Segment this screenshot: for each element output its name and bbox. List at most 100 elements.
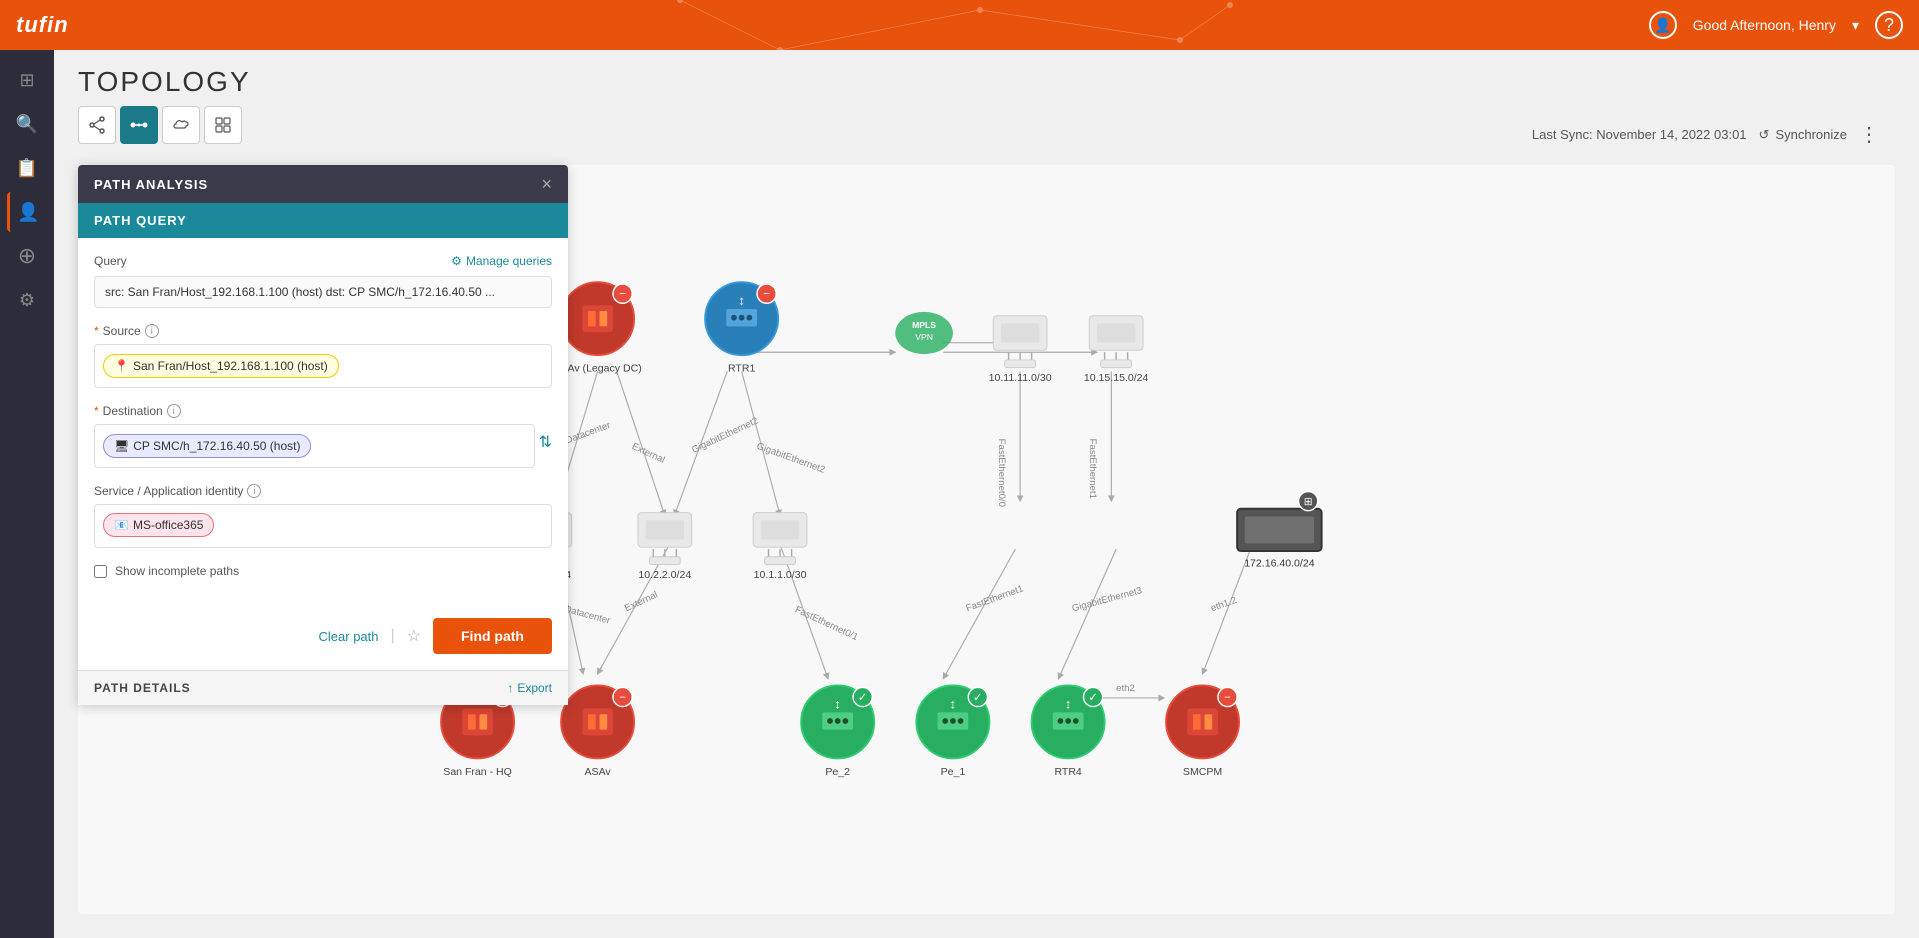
footer-separator: | [391,627,395,645]
cloud-view-button[interactable] [162,106,200,144]
svg-text:−: − [619,692,626,704]
clear-path-button[interactable]: Clear path [319,629,379,644]
more-options-button[interactable]: ⋮ [1859,122,1879,147]
svg-text:FastEthernet1: FastEthernet1 [1087,439,1098,499]
source-tag: 📍 San Fran/Host_192.168.1.100 (host) [103,354,339,378]
sidebar-item-users[interactable]: 👤 [7,192,47,232]
node-net-101111: 10.11.11.0/30 [989,316,1052,384]
manage-queries-text[interactable]: Manage queries [466,254,552,268]
last-sync-text: Last Sync: November 14, 2022 03:01 [1532,127,1747,142]
sidebar-item-integrations[interactable]: ⊕ [7,236,47,276]
source-tag-text: San Fran/Host_192.168.1.100 (host) [133,359,328,373]
sidebar-item-settings[interactable]: ⚙ [7,280,47,320]
dest-required-star: * [94,404,99,418]
svg-text:MPLS: MPLS [912,320,936,330]
left-sidebar: ⊞ 🔍 📋 👤 ⊕ ⚙ [0,50,54,938]
sidebar-item-reports[interactable]: 📋 [7,148,47,188]
query-label: Query [94,254,127,268]
swap-source-dest-button[interactable]: ⇅ [539,424,552,460]
sidebar-item-dashboard[interactable]: ⊞ [7,60,47,100]
source-label-text: Source [103,324,141,338]
svg-text:VPN: VPN [915,332,933,342]
path-details-section: PATH DETAILS ↑ Export [78,670,568,705]
favorite-button[interactable]: ☆ [407,626,421,646]
nav-right: 👤 Good Afternoon, Henry ▾ [1649,11,1859,39]
destination-label: * Destination i [94,404,552,418]
dest-icon: 🖥 [114,439,129,453]
source-required-star: * [94,324,99,338]
query-row: Query ⚙ Manage queries [94,254,552,268]
panel-body: Query ⚙ Manage queries * Source i [78,238,568,610]
svg-text:10.1.1.0/30: 10.1.1.0/30 [754,569,807,581]
sync-area: Last Sync: November 14, 2022 03:01 ↺ Syn… [1532,122,1879,147]
dropdown-arrow[interactable]: ▾ [1852,17,1859,34]
svg-text:Pe_1: Pe_1 [941,766,966,778]
svg-text:−: − [619,289,626,301]
export-button[interactable]: ↑ Export [507,681,552,695]
service-icon: 📧 [114,518,129,532]
svg-text:✓: ✓ [1088,692,1098,704]
manage-queries-link[interactable]: ⚙ Manage queries [451,254,552,268]
group-view-button[interactable] [204,106,242,144]
sync-label: Synchronize [1775,127,1847,142]
service-label: Service / Application identity i [94,484,552,498]
svg-text:↕: ↕ [738,293,745,308]
export-icon: ↑ [507,681,513,695]
greeting-text[interactable]: Good Afternoon, Henry [1693,17,1836,33]
dest-tag-text: CP SMC/h_172.16.40.50 (host) [133,439,300,453]
panel-subheader: PATH QUERY [78,203,568,238]
service-tag-text: MS-office365 [133,518,203,532]
svg-text:RTR1: RTR1 [728,362,755,374]
source-label: * Source i [94,324,552,338]
help-button[interactable]: ? [1875,11,1903,39]
query-field-row [94,276,552,308]
path-analysis-panel: PATH ANALYSIS × PATH QUERY Query ⚙ Manag… [78,165,568,705]
destination-tag: 🖥 CP SMC/h_172.16.40.50 (host) [103,434,311,458]
svg-text:−: − [1224,692,1231,704]
destination-info-icon[interactable]: i [167,404,181,418]
svg-text:10.15.15.0/24: 10.15.15.0/24 [1084,372,1149,384]
tufin-logo: tufin [16,12,69,38]
service-info-icon[interactable]: i [247,484,261,498]
svg-text:FastEthernet0/0: FastEthernet0/0 [996,439,1007,507]
location-icon: 📍 [114,359,129,373]
show-incomplete-label[interactable]: Show incomplete paths [115,564,239,578]
find-path-button[interactable]: Find path [433,618,552,654]
path-analysis-button[interactable] [120,106,158,144]
source-info-icon[interactable]: i [145,324,159,338]
panel-close-button[interactable]: × [541,175,552,193]
panel-title: PATH ANALYSIS [94,177,208,192]
sidebar-item-search[interactable]: 🔍 [7,104,47,144]
user-avatar[interactable]: 👤 [1649,11,1677,39]
svg-text:↕: ↕ [1065,697,1072,712]
show-incomplete-checkbox[interactable] [94,565,107,578]
svg-text:↕: ↕ [834,697,841,712]
node-net-1011: 10.1.1.0/30 [753,513,807,581]
panel-subheader-label: PATH QUERY [94,213,187,228]
node-mpls: MPLS VPN [895,312,953,354]
svg-text:↕: ↕ [950,697,957,712]
svg-text:eth2: eth2 [1116,683,1135,694]
service-tag-field[interactable]: 📧 MS-office365 [94,504,552,548]
share-topology-button[interactable] [78,106,116,144]
top-navigation: tufin 👤 Good Afternoon, Henry ▾ ? [0,0,1919,50]
source-field-row: * Source i 📍 San Fran/Host_192.168.1.100… [94,324,552,388]
path-details-title: PATH DETAILS [94,681,191,695]
settings-icon: ⚙ [451,254,462,268]
synchronize-button[interactable]: ↺ Synchronize [1759,127,1847,143]
destination-row: 🖥 CP SMC/h_172.16.40.50 (host) ⇅ [94,424,552,468]
svg-text:172.16.40.0/24: 172.16.40.0/24 [1244,557,1315,569]
source-tag-field[interactable]: 📍 San Fran/Host_192.168.1.100 (host) [94,344,552,388]
destination-tag-field[interactable]: 🖥 CP SMC/h_172.16.40.50 (host) [94,424,535,468]
service-tag: 📧 MS-office365 [103,513,214,537]
main-content: TOPOLOGY Last Sync: November 14, 2022 03… [54,50,1919,938]
svg-text:San Fran - HQ: San Fran - HQ [443,766,512,778]
panel-footer: Clear path | ☆ Find path [78,610,568,670]
svg-text:⊞: ⊞ [1304,496,1313,508]
svg-text:✓: ✓ [858,692,868,704]
query-input[interactable] [94,276,552,308]
svg-text:10.2.2.0/24: 10.2.2.0/24 [638,569,691,581]
svg-text:✓: ✓ [973,692,983,704]
dest-label-text: Destination [103,404,163,418]
svg-text:−: − [763,289,770,301]
